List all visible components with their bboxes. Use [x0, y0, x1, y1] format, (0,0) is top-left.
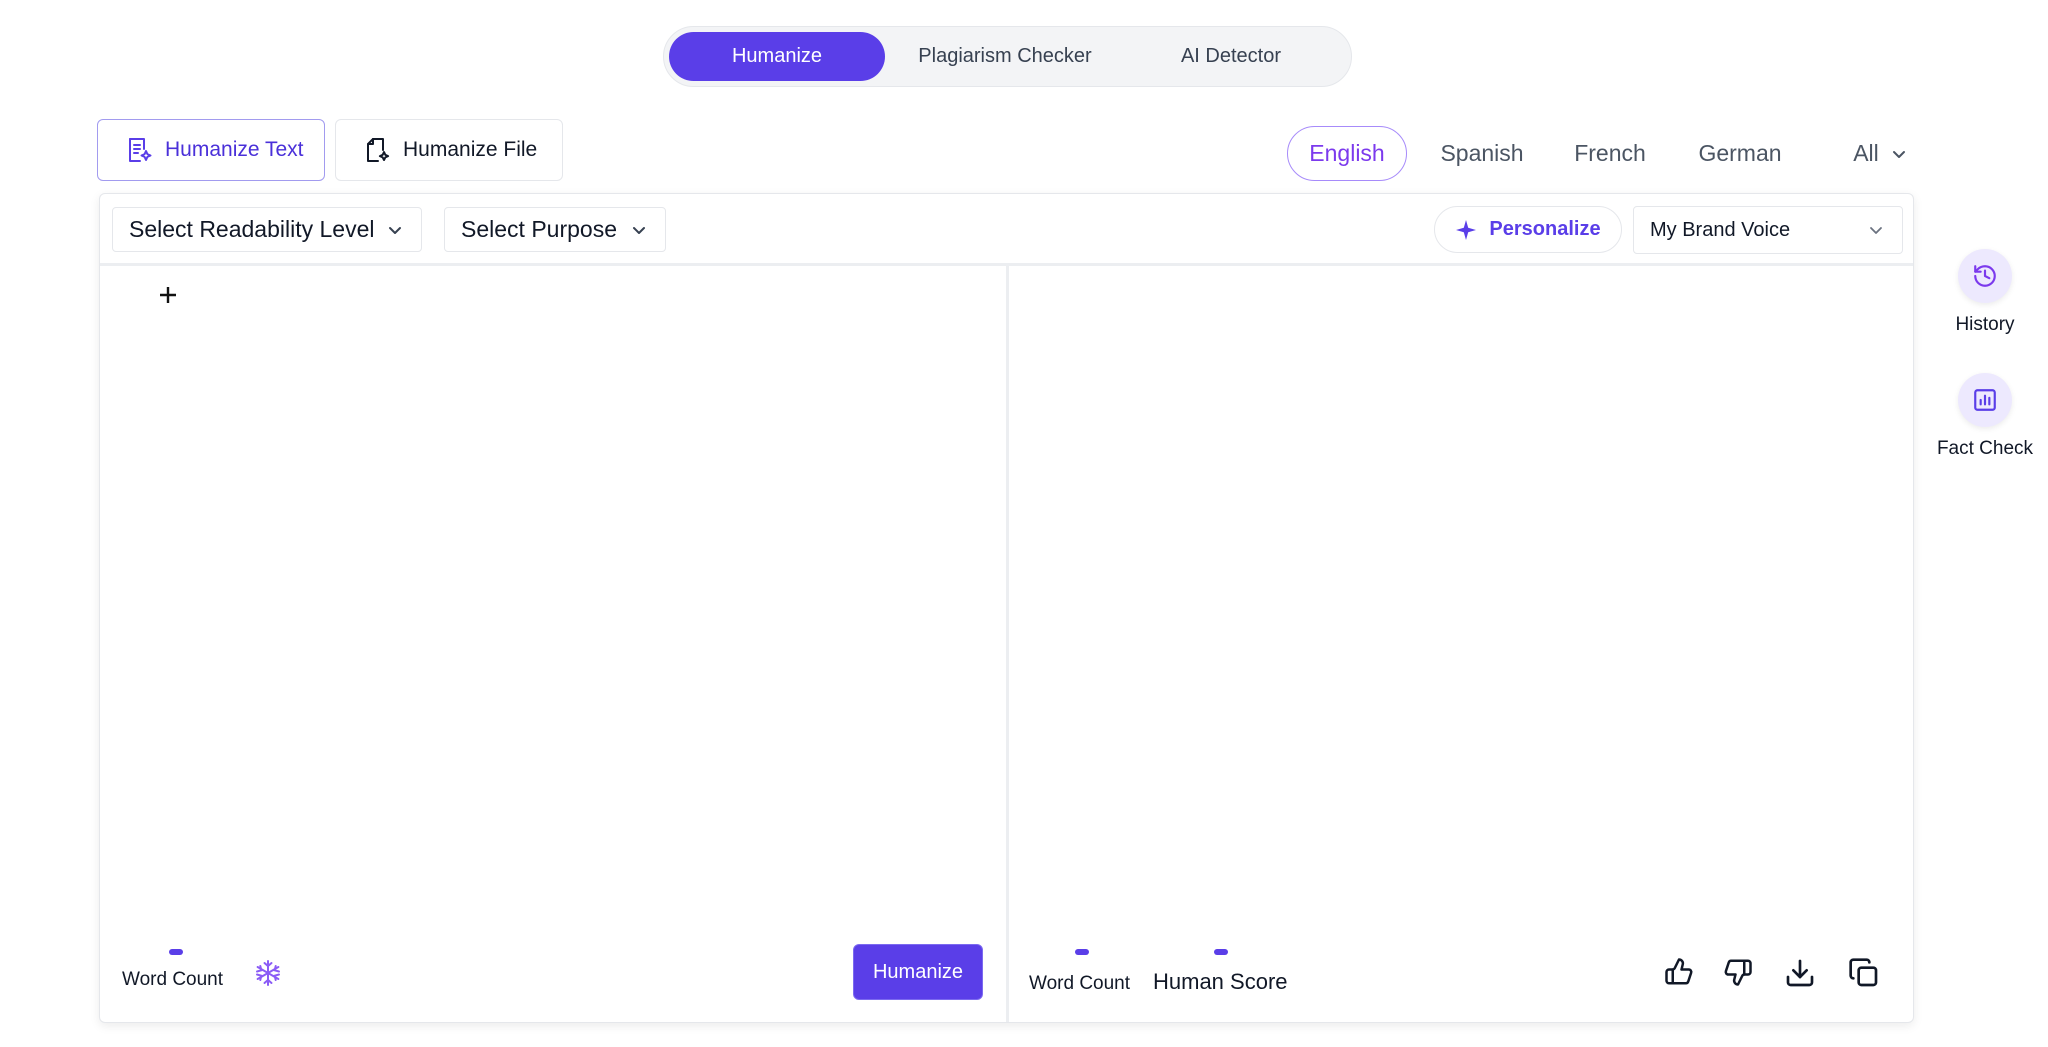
history-button[interactable] — [1958, 249, 2012, 303]
sparkle-icon — [1455, 219, 1477, 241]
tab-ai-detector[interactable]: AI Detector — [1125, 32, 1337, 81]
humanize-text-label: Humanize Text — [165, 138, 304, 161]
personalize-button[interactable]: Personalize — [1434, 206, 1622, 253]
word-count-label: Word Count — [122, 969, 224, 990]
chart-icon — [1972, 387, 1998, 413]
thumbs-down-icon[interactable] — [1723, 957, 1753, 987]
word-count-indicator — [169, 949, 183, 955]
readability-level-dropdown[interactable]: Select Readability Level — [112, 207, 422, 252]
chevron-down-icon — [1868, 222, 1884, 238]
chevron-down-icon — [1891, 146, 1907, 162]
purpose-label: Select Purpose — [461, 216, 617, 242]
brand-voice-label: My Brand Voice — [1650, 218, 1791, 241]
editor-card: Select Readability Level Select Purpose … — [99, 193, 1914, 1023]
tab-plagiarism-checker[interactable]: Plagiarism Checker — [885, 32, 1125, 81]
human-score-indicator — [1214, 949, 1228, 955]
crosshair-cursor-icon — [159, 286, 177, 304]
chevron-down-icon — [631, 222, 647, 238]
lang-spanish[interactable]: Spanish — [1432, 126, 1532, 181]
lang-french[interactable]: French — [1565, 126, 1655, 181]
chevron-down-icon — [387, 222, 403, 238]
editor-toolbar: Select Readability Level Select Purpose … — [100, 194, 1913, 266]
fact-check-label: Fact Check — [1936, 438, 2034, 459]
personalize-label: Personalize — [1489, 218, 1601, 240]
lang-all-label: All — [1853, 140, 1879, 166]
lang-english[interactable]: English — [1287, 126, 1407, 181]
text-document-icon — [125, 136, 153, 164]
lang-all-dropdown[interactable]: All — [1825, 126, 1935, 181]
humanize-file-button[interactable]: Humanize File — [335, 119, 563, 181]
history-label: History — [1955, 314, 2015, 335]
file-icon — [363, 136, 391, 164]
output-word-count-label: Word Count — [1029, 973, 1131, 994]
tab-humanize[interactable]: Humanize — [669, 32, 885, 81]
fact-check-button[interactable] — [1958, 373, 2012, 427]
thumbs-up-icon[interactable] — [1664, 957, 1694, 987]
output-word-count-indicator — [1075, 949, 1089, 955]
purpose-dropdown[interactable]: Select Purpose — [444, 207, 666, 252]
human-score-label: Human Score — [1153, 969, 1288, 994]
humanize-text-button[interactable]: Humanize Text — [97, 119, 325, 181]
snowflake-icon[interactable] — [254, 959, 282, 987]
humanize-button[interactable]: Humanize — [853, 944, 983, 1000]
readability-level-label: Select Readability Level — [129, 216, 375, 242]
lang-german[interactable]: German — [1690, 126, 1790, 181]
copy-icon[interactable] — [1848, 957, 1880, 989]
download-icon[interactable] — [1784, 957, 1816, 989]
input-text-area[interactable] — [102, 269, 1004, 929]
panel-divider — [1006, 266, 1009, 1022]
brand-voice-dropdown[interactable]: My Brand Voice — [1633, 206, 1903, 254]
humanize-file-label: Humanize File — [403, 138, 538, 161]
history-icon — [1972, 263, 1998, 289]
product-tabs: Humanize Plagiarism Checker AI Detector — [663, 26, 1352, 87]
